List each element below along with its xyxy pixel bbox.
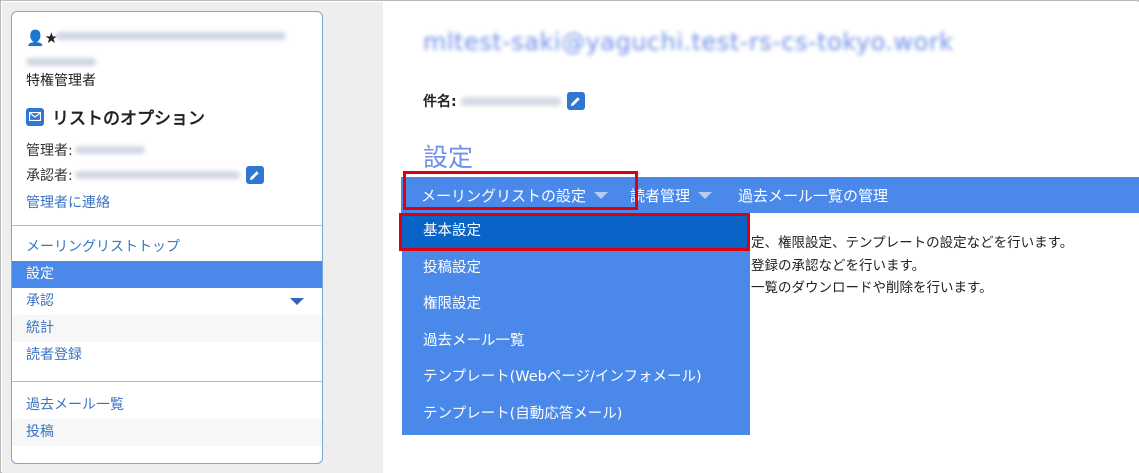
list-title: mltest-saki@yaguchi.test-rs-cs-tokyo.wor…: [423, 28, 954, 56]
menu-label: 読者管理: [630, 186, 691, 205]
sidebar-item-label: 承認: [26, 293, 54, 309]
description-line: 定、権限設定、テンプレートの設定などを行います。: [751, 235, 1074, 251]
edit-approver-button[interactable]: [245, 166, 264, 184]
description-line: 一覧のダウンロードや削除を行います。: [751, 280, 993, 296]
caret-down-icon: [594, 191, 609, 199]
menu-mailinglist-settings[interactable]: メーリングリストの設定: [401, 177, 618, 213]
sidebar-item-label: メーリングリストトップ: [26, 239, 180, 255]
dropdown-item-label: テンプレート(Webページ/インフォメール): [423, 369, 702, 386]
user-email-redacted-2: [26, 58, 96, 66]
sidebar-item-label: 読者登録: [26, 347, 82, 363]
dropdown-item-post-settings[interactable]: 投稿設定: [402, 250, 750, 287]
caret-down-icon[interactable]: [290, 298, 304, 305]
dropdown-item-template-autoreply[interactable]: テンプレート(自動応答メール): [402, 396, 750, 433]
admin-row: 管理者:: [26, 140, 145, 160]
mail-icon: [26, 107, 44, 126]
sidebar-item-subscribe[interactable]: 読者登録: [12, 342, 322, 369]
main-content: mltest-saki@yaguchi.test-rs-cs-tokyo.wor…: [383, 2, 1139, 473]
sidebar-item-label: 設定: [26, 266, 54, 282]
subject-label: 件名:: [423, 94, 457, 110]
sidebar-item-post[interactable]: 投稿: [12, 419, 322, 446]
dropdown-item-basic-settings[interactable]: 基本設定: [402, 213, 750, 250]
dropdown-item-archive[interactable]: 過去メール一覧: [402, 323, 750, 360]
sidebar-item-stats[interactable]: 統計: [12, 315, 322, 342]
contact-admin-link[interactable]: 管理者に連絡: [26, 192, 110, 212]
section-heading: 設定: [423, 143, 474, 172]
settings-menubar: メーリングリストの設定 読者管理 過去メール一覧の管理: [401, 177, 1139, 213]
pencil-icon: [250, 170, 259, 180]
sidebar-item-label: 投稿: [26, 424, 54, 440]
sidebar-item-settings[interactable]: 設定: [12, 261, 322, 288]
sidebar-item-approval[interactable]: 承認: [12, 288, 322, 315]
sidebar-panel: 👤★ 特権管理者 リストのオプション 管理者: 承認者: 管理者に連絡 メーリン…: [11, 11, 323, 464]
sidebar-divider-2: [12, 381, 322, 382]
sidebar-item-archive[interactable]: 過去メール一覧: [12, 392, 322, 419]
dropdown-item-label: 過去メール一覧: [423, 332, 525, 349]
sidebar-divider: [12, 225, 322, 226]
dropdown-item-template-web[interactable]: テンプレート(Webページ/インフォメール): [402, 359, 750, 396]
pencil-icon: [571, 96, 580, 106]
subject-row: 件名:: [423, 91, 585, 111]
sidebar-nav-archive: 過去メール一覧 投稿: [12, 392, 322, 446]
sidebar-item-label: 過去メール一覧: [26, 397, 124, 413]
menu-label: 過去メール一覧の管理: [738, 186, 889, 205]
dropdown-item-label: テンプレート(自動応答メール): [423, 405, 623, 422]
sidebar-nav-main: メーリングリストトップ 設定 承認 統計 読者登録: [12, 234, 322, 369]
user-info: 👤★: [26, 30, 58, 46]
subject-value-redacted: [460, 96, 561, 106]
approver-row: 承認者:: [26, 165, 264, 185]
sidebar-item-label: 統計: [26, 320, 54, 336]
options-title-text: リストのオプション: [52, 109, 205, 129]
edit-subject-button[interactable]: [566, 92, 585, 110]
caret-down-icon: [698, 191, 713, 199]
dropdown-item-permission-settings[interactable]: 権限設定: [402, 286, 750, 323]
sidebar-item-mailinglist-top[interactable]: メーリングリストトップ: [12, 234, 322, 261]
menu-label: メーリングリストの設定: [421, 186, 587, 205]
description-line: 登録の承認などを行います。: [751, 258, 926, 274]
user-email-redacted: [56, 32, 286, 40]
dropdown-item-label: 権限設定: [423, 296, 481, 313]
user-role: 特権管理者: [26, 73, 96, 89]
approver-value-redacted: [74, 171, 240, 179]
settings-dropdown-menu: 基本設定 投稿設定 権限設定 過去メール一覧 テンプレート(Webページ/インフ…: [402, 213, 750, 435]
sidebar-area: 👤★ 特権管理者 リストのオプション 管理者: 承認者: 管理者に連絡 メーリン…: [2, 2, 383, 473]
options-title: リストのオプション: [26, 104, 205, 129]
app-window: 👤★ 特権管理者 リストのオプション 管理者: 承認者: 管理者に連絡 メーリン…: [0, 0, 1139, 473]
approver-label: 承認者:: [26, 168, 73, 184]
user-star-icon: 👤★: [26, 29, 59, 47]
menu-subscriber-management[interactable]: 読者管理: [618, 177, 722, 213]
menu-archive-management[interactable]: 過去メール一覧の管理: [722, 177, 898, 213]
admin-value-redacted: [74, 146, 145, 154]
dropdown-item-label: 基本設定: [423, 223, 481, 239]
dropdown-item-label: 投稿設定: [423, 259, 481, 276]
admin-label: 管理者:: [26, 143, 73, 159]
